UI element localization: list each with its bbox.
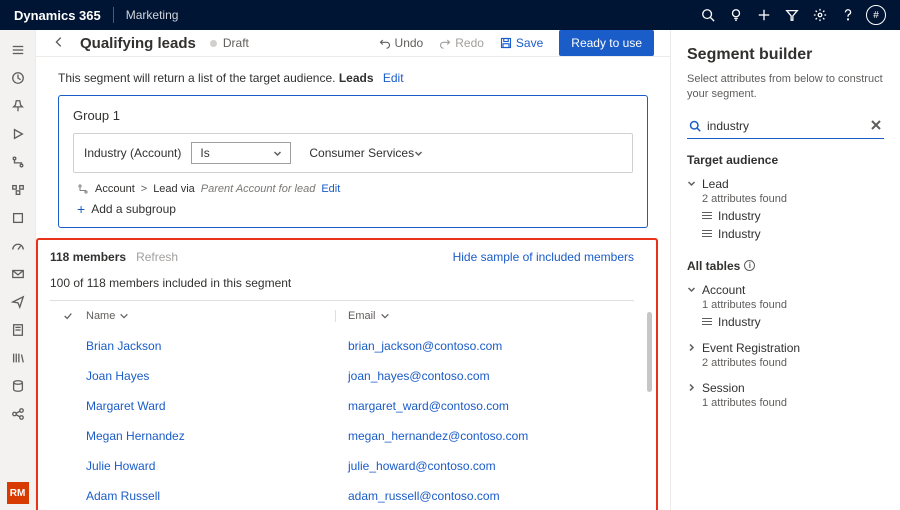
page-title: Qualifying leads — [80, 35, 196, 52]
plus-icon: + — [77, 201, 85, 217]
status-text: Draft — [223, 36, 249, 50]
product-name: Marketing — [126, 8, 179, 22]
save-button[interactable]: Save — [492, 32, 551, 54]
member-email-link[interactable]: megan_hernandez@contoso.com — [336, 429, 634, 443]
left-nav-rail: RM — [0, 30, 36, 510]
value-dropdown[interactable]: Consumer Services — [301, 143, 431, 163]
rail-dashboard-icon[interactable] — [0, 232, 36, 260]
idea-icon[interactable] — [722, 0, 750, 30]
add-icon[interactable] — [750, 0, 778, 30]
tree-account[interactable]: Account — [687, 283, 884, 297]
rail-placeholder-icon[interactable] — [0, 204, 36, 232]
segment-builder-panel: Segment builder Select attributes from b… — [670, 30, 900, 510]
page-header: Qualifying leads Draft Undo Redo Save Re… — [36, 30, 670, 57]
rail-segment-icon[interactable] — [0, 176, 36, 204]
member-name-link[interactable]: Megan Hernandez — [86, 429, 336, 443]
table-row: Adam Russelladam_russell@contoso.com — [50, 481, 634, 510]
ready-to-use-button[interactable]: Ready to use — [559, 30, 654, 56]
member-name-link[interactable]: Joan Hayes — [86, 369, 336, 383]
col-name[interactable]: Name — [86, 310, 336, 322]
relation-edit-link[interactable]: Edit — [321, 183, 340, 195]
attr-industry[interactable]: Industry — [702, 227, 884, 241]
members-count: 118 members — [50, 250, 126, 264]
status-dot — [210, 40, 217, 47]
builder-desc: Select attributes from below to construc… — [687, 72, 884, 103]
member-name-link[interactable]: Margaret Ward — [86, 399, 336, 413]
rail-library-icon[interactable] — [0, 344, 36, 372]
members-preview-panel: 118 members Refresh Hide sample of inclu… — [36, 238, 658, 510]
rail-menu-icon[interactable] — [0, 36, 36, 64]
brand-name: Dynamics 365 — [14, 8, 101, 23]
table-header: Name Email — [50, 301, 634, 331]
table-row: Julie Howardjulie_howard@contoso.com — [50, 451, 634, 481]
user-avatar[interactable]: # — [866, 5, 886, 25]
filter-icon[interactable] — [778, 0, 806, 30]
back-button[interactable] — [52, 35, 74, 52]
filter-row: Industry (Account) Is Consumer Services — [73, 133, 633, 173]
builder-title: Segment builder — [687, 46, 884, 64]
redo-button: Redo — [431, 32, 492, 54]
table-row: Brian Jacksonbrian_jackson@contoso.com — [50, 331, 634, 361]
operator-dropdown[interactable]: Is — [191, 142, 291, 164]
desc-edit-link[interactable]: Edit — [383, 71, 404, 85]
hide-sample-link[interactable]: Hide sample of included members — [453, 250, 634, 264]
rail-pin-icon[interactable] — [0, 92, 36, 120]
search-icon[interactable] — [694, 0, 722, 30]
tree-event-registration[interactable]: Event Registration — [687, 341, 884, 355]
rail-mail-icon[interactable] — [0, 260, 36, 288]
members-table: Name Email Brian Jacksonbrian_jackson@co… — [50, 300, 634, 510]
member-email-link[interactable]: brian_jackson@contoso.com — [336, 339, 634, 353]
member-email-link[interactable]: adam_russell@contoso.com — [336, 489, 634, 503]
tree-lead[interactable]: Lead — [687, 177, 884, 191]
group-title: Group 1 — [73, 108, 633, 123]
add-subgroup-button[interactable]: + Add a subgroup — [77, 201, 633, 217]
help-icon[interactable] — [834, 0, 862, 30]
member-email-link[interactable]: julie_howard@contoso.com — [336, 459, 634, 473]
attr-industry[interactable]: Industry — [702, 209, 884, 223]
search-input[interactable] — [707, 119, 870, 133]
info-icon[interactable]: i — [744, 260, 755, 271]
member-name-link[interactable]: Brian Jackson — [86, 339, 336, 353]
col-email[interactable]: Email — [336, 310, 634, 322]
rail-journey-icon[interactable] — [0, 148, 36, 176]
segment-description: This segment will return a list of the t… — [36, 57, 670, 95]
tree-session[interactable]: Session — [687, 381, 884, 395]
search-icon — [689, 120, 701, 132]
relation-breadcrumb: Account > Lead via Parent Account for le… — [77, 183, 633, 195]
global-header: Dynamics 365 Marketing # — [0, 0, 900, 30]
gear-icon[interactable] — [806, 0, 834, 30]
select-all-checkbox[interactable] — [50, 311, 86, 321]
rail-share-icon[interactable] — [0, 400, 36, 428]
rail-send-icon[interactable] — [0, 288, 36, 316]
attribute-search[interactable] — [687, 115, 884, 139]
member-name-link[interactable]: Julie Howard — [86, 459, 336, 473]
table-row: Margaret Wardmargaret_ward@contoso.com — [50, 391, 634, 421]
members-subtext: 100 of 118 members included in this segm… — [50, 276, 634, 290]
brand-divider — [113, 7, 114, 23]
all-tables-title: All tablesi — [687, 259, 884, 273]
table-row: Megan Hernandezmegan_hernandez@contoso.c… — [50, 421, 634, 451]
rail-page-icon[interactable] — [0, 316, 36, 344]
refresh-link[interactable]: Refresh — [136, 250, 178, 264]
rail-recent-icon[interactable] — [0, 64, 36, 92]
undo-button[interactable]: Undo — [371, 32, 432, 54]
member-email-link[interactable]: joan_hayes@contoso.com — [336, 369, 634, 383]
filter-attribute: Industry (Account) — [84, 146, 181, 160]
rail-play-icon[interactable] — [0, 120, 36, 148]
member-name-link[interactable]: Adam Russell — [86, 489, 336, 503]
target-audience-title: Target audience — [687, 153, 884, 167]
table-scrollbar[interactable] — [647, 312, 652, 392]
rail-org-badge[interactable]: RM — [7, 482, 29, 504]
clear-search-icon[interactable] — [870, 119, 882, 134]
rail-data-icon[interactable] — [0, 372, 36, 400]
query-group-box: Group 1 Industry (Account) Is Consumer S… — [58, 95, 648, 228]
attr-industry[interactable]: Industry — [702, 315, 884, 329]
table-row: Joan Hayesjoan_hayes@contoso.com — [50, 361, 634, 391]
member-email-link[interactable]: margaret_ward@contoso.com — [336, 399, 634, 413]
